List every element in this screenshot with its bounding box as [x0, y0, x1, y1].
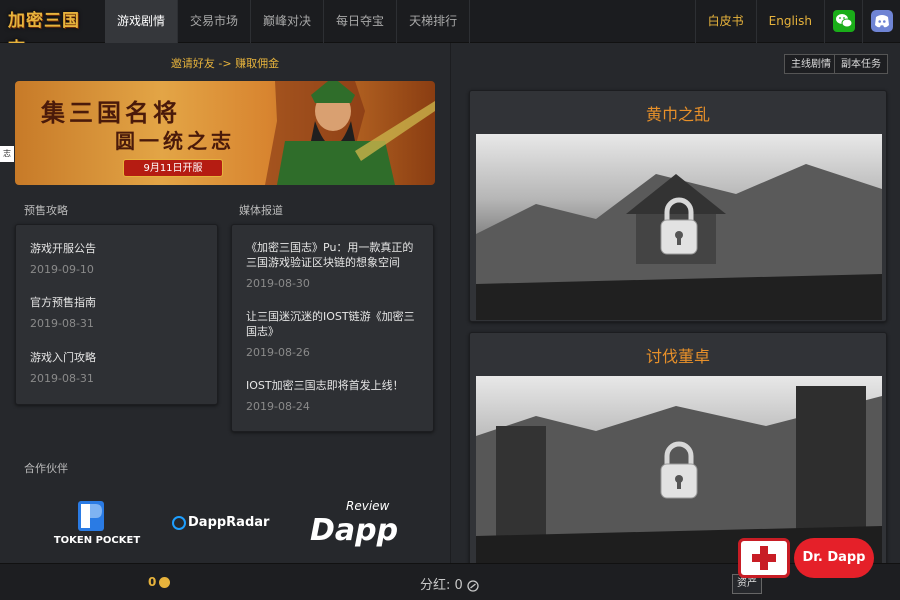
partner-tokenpocket[interactable]: TOKEN POCKET	[52, 501, 142, 549]
list-item[interactable]: 官方预售指南 2019-08-31	[30, 295, 207, 330]
chapter-title: 黄巾之乱	[645, 105, 710, 124]
partner-dappradar[interactable]: DappRadar	[172, 515, 282, 535]
nav-tab-daily-treasure[interactable]: 每日夺宝	[324, 0, 398, 43]
lock-icon	[657, 196, 701, 258]
article-date: 2019-08-30	[246, 277, 310, 290]
list-item[interactable]: 游戏入门攻略 2019-08-31	[30, 350, 207, 385]
top-navbar: 加密三国志 游戏剧情 交易市场 巅峰对决 每日夺宝 天梯排行 白皮书 Engli…	[0, 0, 900, 59]
article-date: 2019-08-31	[30, 317, 94, 330]
dappradar-icon	[172, 515, 186, 530]
banner-date-badge: 9月11日开服	[123, 159, 223, 177]
dappradar-label: DappRadar	[188, 515, 270, 530]
dr-dapp-label: Dr. Dapp	[794, 538, 874, 578]
article-date: 2019-08-26	[246, 346, 310, 359]
dapp-review-small: Review	[346, 499, 390, 513]
left-panel: 邀请好友 -> 赚取佣金 集三国名将 圆一统之志 9月11日开服 志 预售攻略 …	[0, 43, 450, 563]
tab-dungeon-tasks[interactable]: 副本任务	[834, 54, 888, 74]
first-aid-icon	[738, 538, 790, 578]
dividend-value: 0	[454, 578, 463, 593]
article-date: 2019-09-10	[30, 263, 94, 276]
wechat-icon	[833, 10, 855, 32]
chapter-image	[476, 134, 882, 320]
wechat-button[interactable]	[824, 0, 862, 43]
article-title: 游戏开服公告	[30, 242, 96, 255]
article-title: 官方预售指南	[30, 296, 96, 309]
nav-tab-story[interactable]: 游戏剧情	[105, 0, 179, 43]
presale-card: 游戏开服公告 2019-09-10 官方预售指南 2019-08-31 游戏入门…	[15, 224, 218, 405]
banner-title: 集三国名将	[41, 98, 181, 127]
nav-tab-market[interactable]: 交易市场	[178, 0, 252, 43]
tokenpocket-label: TOKEN POCKET	[53, 535, 141, 546]
dividend-display: 分红: 0	[420, 574, 479, 593]
article-title: 游戏入门攻略	[30, 351, 96, 364]
language-switch[interactable]: English	[755, 0, 824, 43]
article-date: 2019-08-31	[30, 372, 94, 385]
game-logo[interactable]: 加密三国志	[8, 7, 96, 59]
article-title: IOST加密三国志即将首发上线！	[246, 379, 404, 392]
gold-coin-icon	[159, 577, 171, 588]
article-title: 《加密三国志》Pu：用一款真正的三国游戏验证区块链的想象空间	[246, 241, 414, 269]
nav-tab-battle[interactable]: 巅峰对决	[251, 0, 325, 43]
tab-main-story[interactable]: 主线剧情	[784, 54, 838, 74]
side-tab[interactable]: 志	[0, 146, 14, 162]
banner-subtitle: 圆一统之志	[115, 129, 235, 153]
media-card: 《加密三国志》Pu：用一款真正的三国游戏验证区块链的想象空间 2019-08-3…	[231, 224, 434, 432]
dividend-label: 分红:	[420, 578, 451, 593]
chapter-card[interactable]: 黄巾之乱	[469, 90, 887, 322]
list-item[interactable]: 让三国迷沉迷的IOST链游《加密三国志》 2019-08-26	[246, 309, 423, 359]
list-item[interactable]: IOST加密三国志即将首发上线！ 2019-08-24	[246, 378, 423, 413]
list-item[interactable]: 《加密三国志》Pu：用一款真正的三国游戏验证区块链的想象空间 2019-08-3…	[246, 240, 423, 290]
partners-section-title: 合作伙伴	[24, 462, 68, 475]
discord-button[interactable]	[862, 0, 900, 43]
article-title: 让三国迷沉迷的IOST链游《加密三国志》	[246, 310, 415, 338]
discord-icon	[871, 10, 893, 32]
main-nav: 游戏剧情 交易市场 巅峰对决 每日夺宝 天梯排行	[105, 0, 471, 43]
nav-tab-ladder[interactable]: 天梯排行	[397, 0, 471, 43]
chapter-title: 讨伐董卓	[645, 347, 710, 366]
dr-dapp-watermark: Dr. Dapp	[738, 536, 876, 580]
gold-value: 0	[148, 575, 157, 589]
gold-balance: 0	[148, 575, 171, 589]
lock-icon	[657, 440, 701, 502]
right-panel: 主线剧情 副本任务 黄巾之乱 讨伐董卓	[450, 43, 900, 573]
whitepaper-link[interactable]: 白皮书	[694, 0, 756, 43]
tokenpocket-icon	[78, 501, 104, 531]
media-section-title: 媒体报道	[239, 204, 283, 217]
invite-link[interactable]: 邀请好友 -> 赚取佣金	[0, 55, 450, 71]
list-item[interactable]: 游戏开服公告 2019-09-10	[30, 241, 207, 276]
iost-token-icon	[467, 579, 479, 592]
dapp-review-logo: Dapp	[310, 513, 399, 548]
launch-banner[interactable]: 集三国名将 圆一统之志 9月11日开服	[15, 81, 435, 185]
header-right-links: 白皮书 English	[694, 0, 900, 43]
presale-section-title: 预售攻略	[24, 204, 68, 217]
partner-dapp-review[interactable]: Review Dapp	[310, 499, 400, 551]
article-date: 2019-08-24	[246, 400, 310, 413]
